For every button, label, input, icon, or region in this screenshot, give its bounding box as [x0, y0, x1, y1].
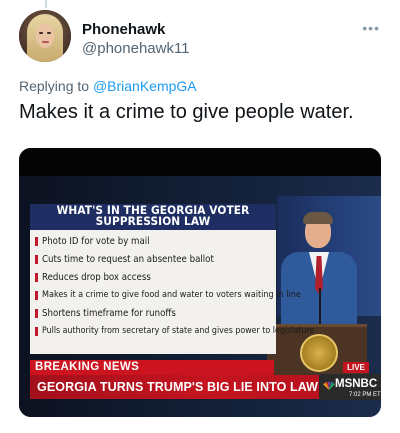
display-name[interactable]: Phonehawk: [82, 21, 165, 38]
checklist-item: Reduces drop box access: [35, 272, 275, 290]
checklist-item: Shortens timeframe for runoffs: [35, 308, 275, 326]
video-letterbox: [19, 148, 381, 176]
bullet-icon: [35, 291, 38, 300]
bullet-icon: [35, 237, 38, 246]
peacock-logo-icon: [323, 382, 335, 390]
panel-title-line-2: SUPPRESSION LAW: [95, 214, 211, 228]
tweet-media-image[interactable]: WHAT'S IN THE GEORGIA VOTER SUPPRESSION …: [19, 148, 381, 417]
checklist-item: Pulls authority from secretary of state …: [35, 326, 314, 344]
bullet-icon: [35, 255, 38, 264]
bullet-icon: [35, 327, 38, 336]
checklist-item: Makes it a crime to give food and water …: [35, 290, 301, 308]
bullet-icon: [35, 273, 38, 282]
avatar[interactable]: [19, 10, 71, 62]
checklist-item: Cuts time to request an absentee ballot: [35, 254, 275, 272]
checklist-items: Photo ID for vote by mail Cuts time to r…: [35, 236, 314, 344]
network-name: MSNBC: [335, 378, 378, 390]
broadcast-clock: 7:02 PM ET: [349, 392, 381, 398]
replying-to-label: Replying to: [19, 78, 90, 94]
state-seal-icon: [300, 334, 338, 372]
headline-text: GEORGIA TURNS TRUMP'S BIG LIE INTO LAW: [37, 380, 319, 394]
tweet-text: Makes it a crime to give people water.: [19, 101, 354, 123]
more-options-icon[interactable]: •••: [362, 20, 380, 36]
checklist-panel-title: WHAT'S IN THE GEORGIA VOTER SUPPRESSION …: [40, 204, 266, 228]
thread-connector-line: [45, 0, 47, 8]
user-handle[interactable]: @phonehawk11: [82, 40, 190, 57]
microphone-icon: [319, 288, 321, 326]
checklist-item: Photo ID for vote by mail: [35, 236, 275, 254]
live-badge: LIVE: [343, 362, 369, 373]
bullet-icon: [35, 309, 38, 318]
breaking-news-label: BREAKING NEWS: [35, 361, 140, 373]
replying-to-mention-link[interactable]: @BrianKempGA: [93, 78, 197, 94]
replying-to-line: Replying to @BrianKempGA: [19, 78, 197, 94]
